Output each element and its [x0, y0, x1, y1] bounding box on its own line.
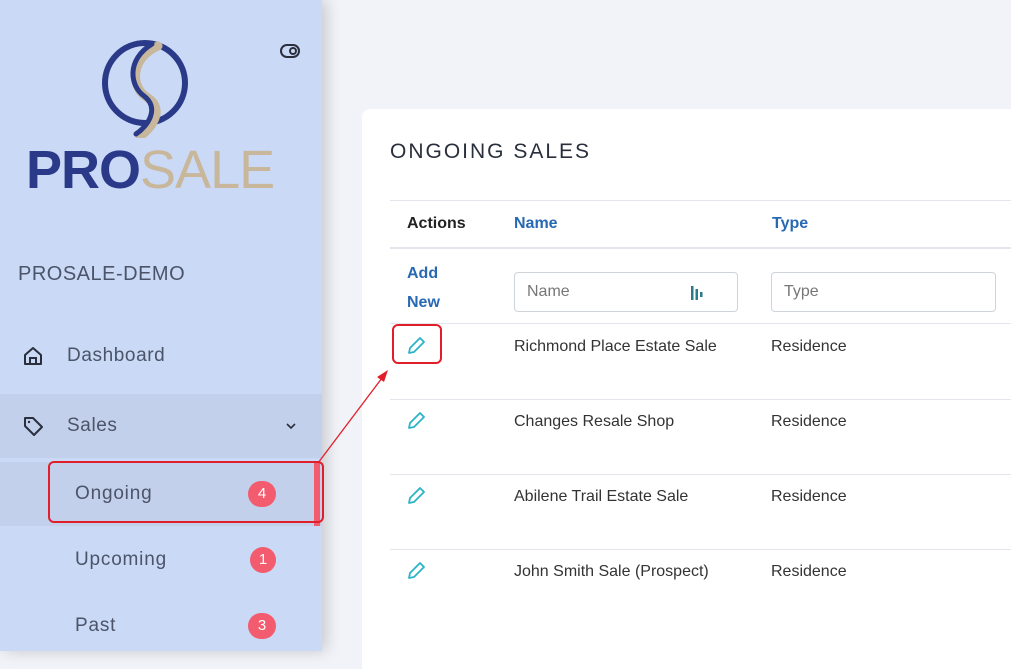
sale-type: Residence — [771, 338, 847, 355]
sidebar-subitem-past[interactable]: Past 3 — [0, 594, 322, 658]
column-header-name[interactable]: Name — [514, 215, 558, 233]
sidebar-item-label: Dashboard — [67, 345, 166, 366]
count-badge: 3 — [248, 613, 276, 639]
page-title: ONGOING SALES — [390, 140, 592, 163]
tenant-name: PROSALE-DEMO — [18, 263, 186, 285]
sale-name: Richmond Place Estate Sale — [514, 338, 717, 355]
table-row: John Smith Sale (Prospect) Residence — [390, 549, 1011, 624]
home-icon — [24, 347, 42, 365]
edit-pencil-icon[interactable] — [406, 411, 426, 431]
logo-mark-icon — [102, 40, 188, 138]
sale-type: Residence — [771, 563, 847, 580]
edit-pencil-icon[interactable] — [406, 561, 426, 581]
filter-row: Add New — [390, 249, 1011, 324]
logo-text: PROSALE — [26, 138, 275, 202]
sidebar-item-dashboard[interactable]: Dashboard — [0, 324, 322, 388]
sidebar-item-label: Sales — [67, 415, 118, 436]
table-header: Actions Name Type — [390, 200, 1011, 249]
sale-name: John Smith Sale (Prospect) — [514, 563, 709, 580]
chevron-down-icon[interactable] — [284, 419, 298, 433]
annotation-highlight-ongoing — [48, 461, 324, 523]
name-filter-input[interactable] — [514, 272, 738, 312]
table-row: Richmond Place Estate Sale Residence — [390, 324, 1011, 400]
table-row: Abilene Trail Estate Sale Residence — [390, 474, 1011, 550]
sidebar-item-sales[interactable]: Sales — [0, 394, 322, 458]
edit-pencil-icon[interactable] — [406, 486, 426, 506]
add-new-link[interactable]: Add New — [407, 259, 457, 317]
toggle-sidebar-icon[interactable] — [280, 44, 300, 58]
sale-type: Residence — [771, 488, 847, 505]
type-filter-input[interactable] — [771, 272, 996, 312]
tag-icon — [24, 417, 43, 436]
column-header-type[interactable]: Type — [772, 215, 808, 233]
sidebar-subitem-upcoming[interactable]: Upcoming 1 — [0, 528, 322, 592]
sale-name: Changes Resale Shop — [514, 413, 675, 430]
sidebar-subitem-label: Upcoming — [75, 549, 167, 570]
sidebar: PROSALE PROSALE-DEMO Dashboard Sales Ong… — [0, 0, 322, 651]
table-row: Changes Resale Shop Residence — [390, 399, 1011, 475]
count-badge: 1 — [250, 547, 276, 573]
logo-text-sale: SALE — [140, 140, 275, 200]
column-header-actions: Actions — [407, 215, 466, 232]
sidebar-subitem-label: Past — [75, 615, 117, 636]
filter-options-icon[interactable] — [690, 285, 704, 301]
prosale-logo[interactable]: PROSALE — [22, 38, 275, 208]
sale-type: Residence — [771, 413, 847, 430]
sale-name: Abilene Trail Estate Sale — [514, 488, 689, 505]
ongoing-sales-card: ONGOING SALES Actions Name Type Add New … — [362, 109, 1011, 669]
annotation-highlight-edit — [392, 324, 442, 364]
logo-text-pro: PRO — [26, 140, 141, 200]
